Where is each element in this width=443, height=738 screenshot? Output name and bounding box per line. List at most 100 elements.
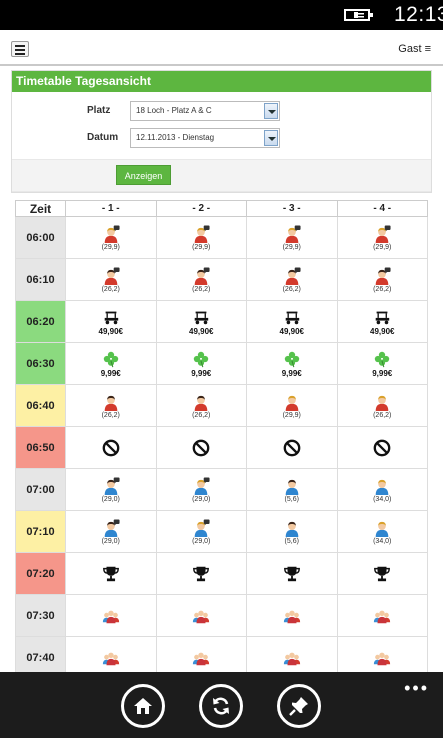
slot-cell[interactable]: 49,90€ xyxy=(65,300,157,343)
slot-cell[interactable]: (34,0) xyxy=(336,468,428,511)
slot-cell[interactable] xyxy=(155,594,247,637)
datum-value: 12.11.2013 - Dienstag xyxy=(136,133,215,142)
group-icon xyxy=(373,649,391,667)
trophy-icon xyxy=(283,565,301,583)
slot-cell[interactable]: (29,9) xyxy=(246,384,338,427)
slot-cell[interactable]: (29,9) xyxy=(155,216,247,259)
man-red-message-icon xyxy=(102,266,120,285)
slot-cell[interactable]: 9,99€ xyxy=(65,342,157,385)
chevron-down-icon[interactable] xyxy=(264,130,278,146)
handicap-label: (26,2) xyxy=(101,411,120,419)
clover-icon xyxy=(192,350,210,368)
price-label: 49,90€ xyxy=(370,326,395,336)
slot-content: 49,90€ xyxy=(66,308,156,336)
slot-content: 49,90€ xyxy=(338,308,428,336)
slot-content: 9,99€ xyxy=(66,350,156,378)
timetable-panel: Timetable Tagesansicht Platz 18 Loch - P… xyxy=(11,70,432,193)
slot-cell[interactable]: 9,99€ xyxy=(155,342,247,385)
time-cell: 06:50 xyxy=(15,426,66,469)
slot-cell[interactable]: (26,2) xyxy=(155,258,247,301)
time-cell: 06:20 xyxy=(15,300,66,343)
slot-cell[interactable]: (26,2) xyxy=(246,258,338,301)
slot-cell[interactable]: (29,9) xyxy=(336,216,428,259)
status-bar: 12:13 xyxy=(0,0,443,30)
slot-cell[interactable] xyxy=(336,426,428,469)
clover-icon xyxy=(373,350,391,368)
slot-content xyxy=(66,649,156,667)
slot-content: (29,9) xyxy=(247,224,337,251)
slot-cell[interactable] xyxy=(155,636,247,672)
slot-cell[interactable] xyxy=(65,636,157,672)
pin-button[interactable] xyxy=(277,684,321,728)
more-options-button[interactable]: ••• xyxy=(404,678,429,699)
user-menu[interactable]: Gast ≡ xyxy=(398,43,431,55)
slot-cell[interactable]: 9,99€ xyxy=(246,342,338,385)
slot-cell[interactable]: (26,2) xyxy=(336,384,428,427)
slot-cell[interactable] xyxy=(336,636,428,672)
slot-cell[interactable]: (5,6) xyxy=(246,468,338,511)
slot-content: (29,9) xyxy=(247,393,337,419)
slot-cell[interactable] xyxy=(155,552,247,595)
show-button[interactable]: Anzeigen xyxy=(116,165,171,185)
platz-select[interactable]: 18 Loch - Platz A & C xyxy=(130,101,280,121)
home-button[interactable] xyxy=(121,684,165,728)
slot-cell[interactable] xyxy=(246,426,338,469)
slot-cell[interactable]: (26,2) xyxy=(65,384,157,427)
slot-cell[interactable]: 9,99€ xyxy=(336,342,428,385)
slot-cell[interactable]: 49,90€ xyxy=(246,300,338,343)
slot-content xyxy=(157,649,247,667)
trophy-icon xyxy=(102,565,120,583)
price-label: 49,90€ xyxy=(279,326,304,336)
slot-cell[interactable]: (26,2) xyxy=(336,258,428,301)
slot-cell[interactable]: (29,0) xyxy=(65,468,157,511)
slot-cell[interactable] xyxy=(246,594,338,637)
slot-cell[interactable]: (29,9) xyxy=(65,216,157,259)
group-icon xyxy=(283,649,301,667)
slot-cell[interactable]: (29,0) xyxy=(155,468,247,511)
slot-cell[interactable]: (29,9) xyxy=(246,216,338,259)
slot-cell[interactable] xyxy=(65,426,157,469)
handicap-label: (26,2) xyxy=(192,411,211,419)
price-label: 49,90€ xyxy=(189,326,214,336)
price-label: 9,99€ xyxy=(281,368,302,378)
slot-cell[interactable]: (26,2) xyxy=(65,258,157,301)
slot-content: 49,90€ xyxy=(157,308,247,336)
slot-cell[interactable] xyxy=(336,552,428,595)
chevron-down-icon[interactable] xyxy=(264,103,278,119)
slot-cell[interactable]: (29,0) xyxy=(65,510,157,553)
man-red-icon xyxy=(192,393,210,411)
slot-cell[interactable] xyxy=(246,552,338,595)
slot-cell[interactable] xyxy=(336,594,428,637)
header-flight-2: - 2 - xyxy=(155,200,247,217)
man-red-message-icon xyxy=(373,266,391,285)
slot-cell[interactable]: (5,6) xyxy=(246,510,338,553)
slot-cell[interactable]: (34,0) xyxy=(336,510,428,553)
slot-content: (26,2) xyxy=(338,393,428,419)
refresh-icon xyxy=(213,697,229,715)
handicap-label: (29,0) xyxy=(192,537,211,545)
slot-cell[interactable]: 49,90€ xyxy=(336,300,428,343)
woman-blue-icon xyxy=(373,519,391,537)
price-label: 9,99€ xyxy=(372,368,393,378)
slot-cell[interactable] xyxy=(155,426,247,469)
slot-cell[interactable]: 49,90€ xyxy=(155,300,247,343)
slot-cell[interactable] xyxy=(65,552,157,595)
slot-content: (26,2) xyxy=(338,266,428,293)
price-label: 49,90€ xyxy=(98,326,123,336)
platz-value: 18 Loch - Platz A & C xyxy=(136,106,212,115)
handicap-label: (29,0) xyxy=(101,495,120,503)
slot-content: 9,99€ xyxy=(247,350,337,378)
time-cell: 06:30 xyxy=(15,342,66,385)
table-row: 06:10 (26,2) (26,2) (26,2) (26,2) xyxy=(15,258,428,301)
refresh-button[interactable] xyxy=(199,684,243,728)
slot-cell[interactable] xyxy=(65,594,157,637)
datum-select[interactable]: 12.11.2013 - Dienstag xyxy=(130,128,280,148)
slot-cell[interactable]: (26,2) xyxy=(155,384,247,427)
menu-button[interactable] xyxy=(11,41,29,57)
slot-cell[interactable]: (29,0) xyxy=(155,510,247,553)
blocked-icon xyxy=(102,439,120,457)
slot-cell[interactable] xyxy=(246,636,338,672)
group-icon xyxy=(192,607,210,625)
time-cell: 07:40 xyxy=(15,636,66,672)
slot-content: (29,9) xyxy=(157,224,247,251)
